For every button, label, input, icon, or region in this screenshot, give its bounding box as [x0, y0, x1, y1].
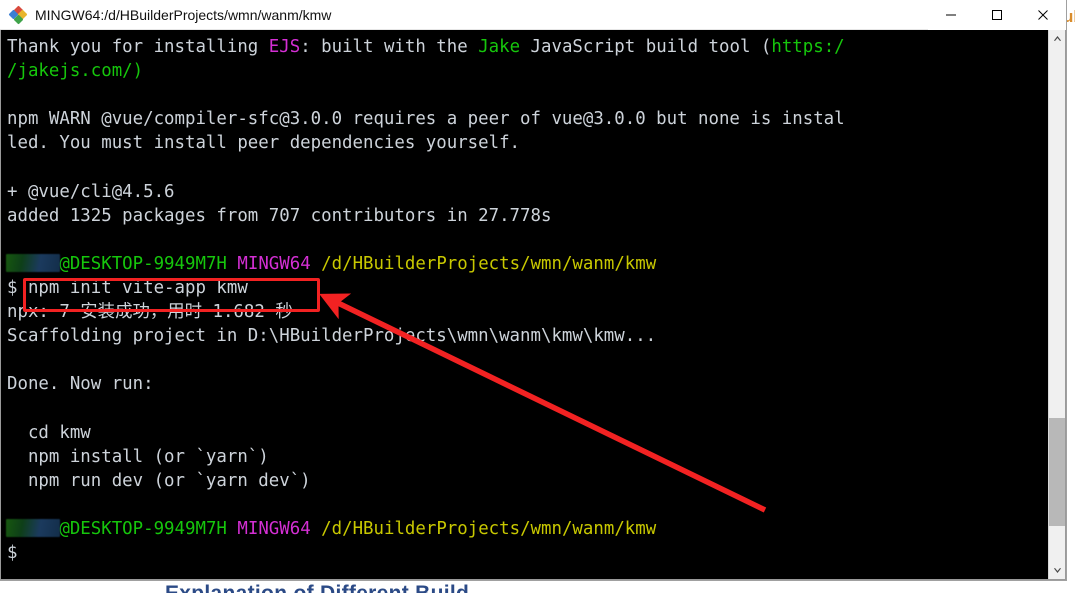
terminal-scrollbar[interactable] — [1048, 30, 1065, 579]
blank-3 — [7, 228, 1048, 252]
scroll-down-icon — [1053, 568, 1061, 573]
scroll-up-button[interactable] — [1049, 30, 1065, 47]
window-controls — [928, 0, 1066, 30]
scaffolding-line: Scaffolding project in D:\HBuilderProjec… — [7, 326, 657, 347]
thank-you-line: Thank you for installing EJS: built with… — [7, 37, 845, 57]
prompt-line-2: JIZYL@DESKTOP-9949M7H MINGW64 /d/HBuilde… — [7, 517, 1048, 541]
hint-cd-line: cd kmw — [7, 422, 91, 443]
hint-dev-line: npm run dev (or `yarn dev`) — [7, 470, 311, 491]
vue-cli-added-line: + @vue/cli@4.5.6 — [7, 181, 175, 202]
terminal-output[interactable]: Thank you for installing EJS: built with… — [1, 30, 1048, 579]
scroll-up-icon — [1053, 36, 1061, 41]
blank-4 — [7, 348, 1048, 372]
background-page-heading: Explanation of Different Build — [165, 582, 469, 593]
blank-1 — [7, 83, 1048, 107]
hint-install-line: npm install (or `yarn`) — [7, 446, 269, 467]
scroll-down-button[interactable] — [1049, 562, 1065, 579]
npm-warn-line-1: npm WARN @vue/compiler-sfc@3.0.0 require… — [7, 109, 845, 130]
minimize-icon — [946, 14, 956, 16]
done-now-run-line: Done. Now run: — [7, 374, 154, 395]
prompt-line-1: JIZYL@DESKTOP-9949M7H MINGW64 /d/HBuilde… — [7, 252, 1048, 276]
scrollbar-track[interactable] — [1049, 47, 1065, 562]
blank-2 — [7, 155, 1048, 179]
redacted-username: JIZYL — [7, 252, 59, 276]
added-packages-line: added 1325 packages from 707 contributor… — [7, 205, 552, 226]
npx-success-line: npx: 7 安装成功，用时 1.682 秒 — [7, 302, 293, 323]
close-button[interactable] — [1020, 0, 1066, 30]
jakejs-url-line: /jakejs.com/) — [7, 61, 144, 82]
maximize-icon — [992, 10, 1002, 20]
npm-warn-line-2: led. You must install peer dependencies … — [7, 133, 521, 154]
close-icon — [1038, 10, 1048, 20]
terminal-body: Thank you for installing EJS: built with… — [0, 30, 1066, 580]
screenshot-root: Explanation of Different Build ub MINGW6… — [0, 0, 1075, 593]
redacted-username: JIZYL — [7, 517, 59, 541]
window-title: MINGW64:/d/HBuilderProjects/wmn/wanm/kmw — [35, 6, 332, 23]
scrollbar-thumb[interactable] — [1049, 417, 1065, 526]
command-line-2: $ — [7, 542, 18, 563]
blank-5 — [7, 396, 1048, 420]
mingw-diamond-icon — [8, 5, 28, 24]
maximize-button[interactable] — [974, 0, 1020, 30]
command-line-1: $ npm init vite-app kmw — [7, 277, 248, 298]
minimize-button[interactable] — [928, 0, 974, 30]
blank-6 — [7, 493, 1048, 517]
mingw64-terminal-window: MINGW64:/d/HBuilderProjects/wmn/wanm/kmw — [0, 0, 1067, 581]
window-titlebar[interactable]: MINGW64:/d/HBuilderProjects/wmn/wanm/kmw — [0, 0, 1066, 30]
